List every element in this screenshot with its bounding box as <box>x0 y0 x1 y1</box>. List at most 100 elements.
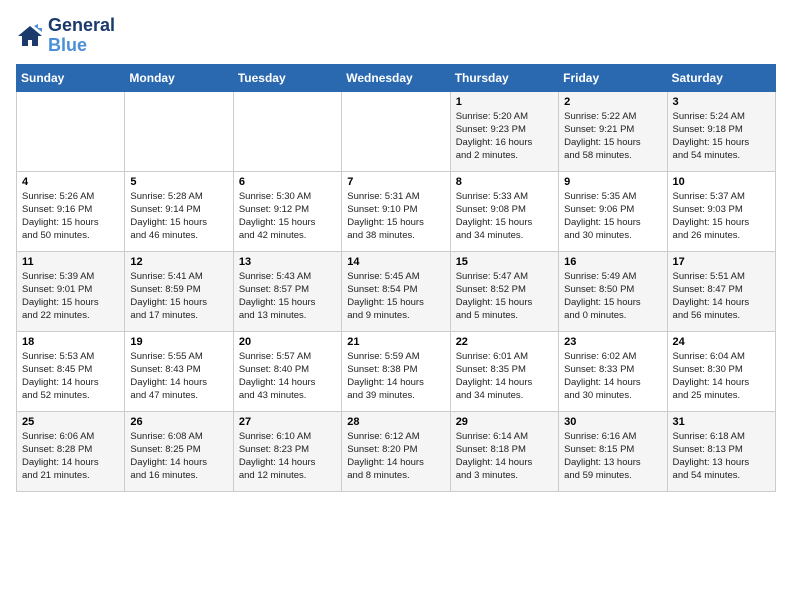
calendar-cell: 19 Sunrise: 5:55 AM Sunset: 8:43 PM Dayli… <box>125 331 233 411</box>
day-number: 13 <box>239 256 336 268</box>
logo-blue: Blue <box>48 36 115 56</box>
calendar-cell: 2 Sunrise: 5:22 AM Sunset: 9:21 PM Daylig… <box>559 91 667 171</box>
day-info: Sunrise: 6:14 AM Sunset: 8:18 PM Dayligh… <box>456 430 553 483</box>
calendar-cell: 11 Sunrise: 5:39 AM Sunset: 9:01 PM Dayli… <box>17 251 125 331</box>
day-info: Sunrise: 5:39 AM Sunset: 9:01 PM Dayligh… <box>22 270 119 323</box>
calendar-cell: 13Sunrise: 5:43 AM Sunset: 8:57 PM Dayli… <box>233 251 341 331</box>
day-number: 7 <box>347 176 444 188</box>
day-number: 22 <box>456 336 553 348</box>
calendar-cell: 30 Sunrise: 6:16 AM Sunset: 8:15 PM Dayli… <box>559 411 667 491</box>
day-info: Sunrise: 5:35 AM Sunset: 9:06 PM Dayligh… <box>564 190 661 243</box>
day-number: 23 <box>564 336 661 348</box>
calendar-cell: 15 Sunrise: 5:47 AM Sunset: 8:52 PM Dayli… <box>450 251 558 331</box>
calendar-cell <box>342 91 450 171</box>
calendar-cell: 7 Sunrise: 5:31 AM Sunset: 9:10 PM Daylig… <box>342 171 450 251</box>
day-number: 4 <box>22 176 119 188</box>
day-number: 20 <box>239 336 336 348</box>
day-number: 14 <box>347 256 444 268</box>
day-info: Sunrise: 5:33 AM Sunset: 9:08 PM Dayligh… <box>456 190 553 243</box>
day-number: 29 <box>456 416 553 428</box>
day-info: Sunrise: 5:51 AM Sunset: 8:47 PM Dayligh… <box>673 270 770 323</box>
day-info: Sunrise: 6:01 AM Sunset: 8:35 PM Dayligh… <box>456 350 553 403</box>
day-number: 17 <box>673 256 770 268</box>
day-number: 5 <box>130 176 227 188</box>
day-info: Sunrise: 5:53 AM Sunset: 8:45 PM Dayligh… <box>22 350 119 403</box>
day-info: Sunrise: 5:55 AM Sunset: 8:43 PM Dayligh… <box>130 350 227 403</box>
day-info: Sunrise: 5:57 AM Sunset: 8:40 PM Dayligh… <box>239 350 336 403</box>
day-number: 30 <box>564 416 661 428</box>
day-info: Sunrise: 5:30 AM Sunset: 9:12 PM Dayligh… <box>239 190 336 243</box>
day-info: Sunrise: 5:31 AM Sunset: 9:10 PM Dayligh… <box>347 190 444 243</box>
day-info: Sunrise: 6:18 AM Sunset: 8:13 PM Dayligh… <box>673 430 770 483</box>
calendar-cell: 29 Sunrise: 6:14 AM Sunset: 8:18 PM Dayli… <box>450 411 558 491</box>
day-number: 2 <box>564 96 661 108</box>
calendar-cell: 12 Sunrise: 5:41 AM Sunset: 8:59 PM Dayli… <box>125 251 233 331</box>
logo-general: General <box>48 16 115 36</box>
col-header-saturday: Saturday <box>667 64 775 91</box>
day-number: 18 <box>22 336 119 348</box>
calendar-cell: 5 Sunrise: 5:28 AM Sunset: 9:14 PM Daylig… <box>125 171 233 251</box>
day-number: 1 <box>456 96 553 108</box>
day-number: 24 <box>673 336 770 348</box>
calendar-cell: 18 Sunrise: 5:53 AM Sunset: 8:45 PM Dayli… <box>17 331 125 411</box>
day-number: 9 <box>564 176 661 188</box>
day-number: 6 <box>239 176 336 188</box>
calendar-cell: 24 Sunrise: 6:04 AM Sunset: 8:30 PM Dayli… <box>667 331 775 411</box>
calendar-cell <box>17 91 125 171</box>
calendar-cell: 14Sunrise: 5:45 AM Sunset: 8:54 PM Dayli… <box>342 251 450 331</box>
day-info: Sunrise: 5:49 AM Sunset: 8:50 PM Dayligh… <box>564 270 661 323</box>
day-info: Sunrise: 5:20 AM Sunset: 9:23 PM Dayligh… <box>456 110 553 163</box>
logo: General Blue <box>16 16 115 56</box>
calendar-cell: 8 Sunrise: 5:33 AM Sunset: 9:08 PM Daylig… <box>450 171 558 251</box>
day-number: 11 <box>22 256 119 268</box>
day-info: Sunrise: 5:41 AM Sunset: 8:59 PM Dayligh… <box>130 270 227 323</box>
day-info: Sunrise: 6:08 AM Sunset: 8:25 PM Dayligh… <box>130 430 227 483</box>
calendar-cell: 4 Sunrise: 5:26 AM Sunset: 9:16 PM Daylig… <box>17 171 125 251</box>
calendar-cell <box>233 91 341 171</box>
day-number: 19 <box>130 336 227 348</box>
day-number: 16 <box>564 256 661 268</box>
day-info: Sunrise: 5:59 AM Sunset: 8:38 PM Dayligh… <box>347 350 444 403</box>
calendar-cell <box>125 91 233 171</box>
day-info: Sunrise: 5:26 AM Sunset: 9:16 PM Dayligh… <box>22 190 119 243</box>
calendar-cell: 23 Sunrise: 6:02 AM Sunset: 8:33 PM Dayli… <box>559 331 667 411</box>
day-number: 31 <box>673 416 770 428</box>
day-info: Sunrise: 6:02 AM Sunset: 8:33 PM Dayligh… <box>564 350 661 403</box>
col-header-friday: Friday <box>559 64 667 91</box>
day-number: 28 <box>347 416 444 428</box>
day-number: 25 <box>22 416 119 428</box>
calendar-cell: 25 Sunrise: 6:06 AM Sunset: 8:28 PM Dayli… <box>17 411 125 491</box>
calendar-cell: 16 Sunrise: 5:49 AM Sunset: 8:50 PM Dayli… <box>559 251 667 331</box>
day-info: Sunrise: 5:47 AM Sunset: 8:52 PM Dayligh… <box>456 270 553 323</box>
day-number: 15 <box>456 256 553 268</box>
col-header-tuesday: Tuesday <box>233 64 341 91</box>
calendar-cell: 20 Sunrise: 5:57 AM Sunset: 8:40 PM Dayli… <box>233 331 341 411</box>
col-header-sunday: Sunday <box>17 64 125 91</box>
col-header-thursday: Thursday <box>450 64 558 91</box>
col-header-wednesday: Wednesday <box>342 64 450 91</box>
day-info: Sunrise: 6:16 AM Sunset: 8:15 PM Dayligh… <box>564 430 661 483</box>
day-number: 10 <box>673 176 770 188</box>
day-info: Sunrise: 6:04 AM Sunset: 8:30 PM Dayligh… <box>673 350 770 403</box>
day-info: Sunrise: 5:28 AM Sunset: 9:14 PM Dayligh… <box>130 190 227 243</box>
day-info: Sunrise: 6:12 AM Sunset: 8:20 PM Dayligh… <box>347 430 444 483</box>
day-info: Sunrise: 5:24 AM Sunset: 9:18 PM Dayligh… <box>673 110 770 163</box>
calendar-cell: 21 Sunrise: 5:59 AM Sunset: 8:38 PM Dayli… <box>342 331 450 411</box>
day-info: Sunrise: 5:22 AM Sunset: 9:21 PM Dayligh… <box>564 110 661 163</box>
col-header-monday: Monday <box>125 64 233 91</box>
day-number: 21 <box>347 336 444 348</box>
calendar-cell: 27 Sunrise: 6:10 AM Sunset: 8:23 PM Dayli… <box>233 411 341 491</box>
day-info: Sunrise: 6:10 AM Sunset: 8:23 PM Dayligh… <box>239 430 336 483</box>
calendar-cell: 1 Sunrise: 5:20 AM Sunset: 9:23 PM Daylig… <box>450 91 558 171</box>
calendar-cell: 10Sunrise: 5:37 AM Sunset: 9:03 PM Dayli… <box>667 171 775 251</box>
logo-icon <box>16 22 44 50</box>
day-number: 12 <box>130 256 227 268</box>
calendar-cell: 22 Sunrise: 6:01 AM Sunset: 8:35 PM Dayli… <box>450 331 558 411</box>
day-number: 27 <box>239 416 336 428</box>
day-info: Sunrise: 6:06 AM Sunset: 8:28 PM Dayligh… <box>22 430 119 483</box>
calendar-cell: 3Sunrise: 5:24 AM Sunset: 9:18 PM Daylig… <box>667 91 775 171</box>
day-number: 8 <box>456 176 553 188</box>
calendar-cell: 26Sunrise: 6:08 AM Sunset: 8:25 PM Dayli… <box>125 411 233 491</box>
calendar-cell: 6 Sunrise: 5:30 AM Sunset: 9:12 PM Daylig… <box>233 171 341 251</box>
calendar-cell: 31 Sunrise: 6:18 AM Sunset: 8:13 PM Dayli… <box>667 411 775 491</box>
